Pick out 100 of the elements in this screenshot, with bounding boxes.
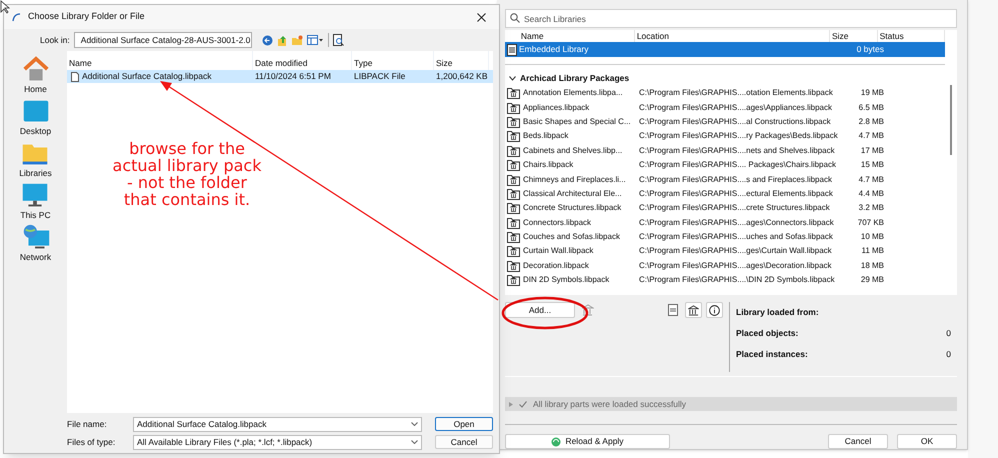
open-button[interactable]: Open: [435, 417, 493, 431]
library-name: Appliances.libpack: [523, 102, 590, 114]
group-header[interactable]: Archicad Library Packages: [505, 71, 945, 86]
library-size: 18 MB: [860, 260, 884, 272]
place-item[interactable]: Network: [20, 223, 52, 264]
library-row[interactable]: Appliances.libpack C:\Program Files\GRAPHIS....ages\Appliances.libpack 6.5 MB: [505, 100, 945, 115]
up-folder-icon[interactable]: [276, 34, 288, 46]
status-text: All library parts were loaded successfully: [533, 398, 686, 410]
checkmark-icon: [519, 400, 527, 408]
library-size: 707 KB: [856, 216, 884, 229]
info-label: Placed instances:: [736, 348, 808, 361]
library-row[interactable]: Decoration.libpack C:\Program Files\GRAPHIS....ages\Decoration.libpack 18 MB: [505, 258, 945, 274]
library-size: 3.2 MB: [858, 202, 884, 214]
info-label: Library loaded from:: [736, 306, 819, 320]
file-icon: [71, 72, 79, 82]
library-size: 4.4 MB: [858, 188, 884, 200]
library-name: Couches and Sofas.libpack: [523, 231, 621, 244]
file-row[interactable]: Additional Surface Catalog.libpack 11/10/2024 6:51 PM LIBPACK File 1,200,642 KB: [67, 70, 493, 83]
look-in-label: Look in:: [40, 34, 70, 46]
library-path: C:\Program Files\GRAPHIS....\DIN 2D Symbols.libpack: [639, 274, 836, 286]
file-name: Additional Surface Catalog.libpack: [82, 70, 212, 83]
close-icon: [477, 12, 486, 22]
annotation-text: browse for the actual library pack - not the folder that contains it.: [112, 140, 262, 208]
library-row[interactable]: Connectors.libpack C:\Program Files\GRAPHIS....ages\Connectors.libpack 707 KB: [505, 216, 945, 230]
new-folder-icon[interactable]: [292, 34, 303, 46]
file-size: 1,200,642 KB: [435, 70, 489, 83]
library-name: Chimneys and Fireplaces.li...: [523, 174, 627, 186]
library-row[interactable]: Curtain Wall.libpack C:\Program Files\GRAPHIS....ges\Curtain Wall.libpack 11 MB: [505, 244, 945, 259]
chevron-down-icon: [411, 440, 418, 444]
place-item[interactable]: This PC: [20, 181, 51, 222]
refresh-icon: [551, 436, 562, 446]
place-item[interactable]: Desktop: [20, 97, 52, 138]
file-type-dropdown[interactable]: All Available Library Files (*.pla; *.lcf; *.libpack): [133, 434, 422, 450]
view-menu-icon[interactable]: [306, 35, 324, 45]
library-button[interactable]: [685, 302, 702, 318]
library-size: 29 MB: [860, 274, 884, 286]
app-icon: [12, 12, 22, 22]
preview-icon[interactable]: [332, 34, 344, 46]
add-button[interactable]: Add...: [505, 302, 575, 318]
library-size: 0 bytes: [856, 43, 884, 56]
library-path: C:\Program Files\GRAPHIS....otation Elements.libpack: [639, 87, 834, 100]
library-row[interactable]: Classical Architectural Ele... C:\Program Files\GRAPHIS....ectural Elements.libpack 4.4 MB: [505, 186, 945, 202]
info-icon: [709, 304, 720, 316]
cancel-button[interactable]: Cancel: [435, 435, 493, 449]
library-path: C:\Program Files\GRAPHIS....al Constructions.libpack: [639, 116, 832, 128]
library-size: 10 MB: [860, 231, 884, 244]
library-path: C:\Program Files\GRAPHIS....ages\Connectors.libpack: [639, 216, 835, 229]
place-item[interactable]: Home: [20, 55, 50, 96]
info-button[interactable]: [706, 302, 723, 318]
ok-button[interactable]: OK: [897, 434, 957, 449]
library-row[interactable]: Couches and Sofas.libpack C:\Program Files\GRAPHIS....uches and Sofas.libpack 10 MB: [505, 230, 945, 244]
reload-apply-button[interactable]: Reload & Apply: [505, 434, 670, 449]
library-path: C:\Program Files\GRAPHIS....ages\Appliances.libpack: [639, 102, 833, 114]
search-field[interactable]: Search Libraries: [505, 9, 957, 28]
look-in-dropdown[interactable]: Additional Surface Catalog-28-AUS-3001-2.0: [74, 32, 252, 48]
library-name: Concrete Structures.libpack: [523, 202, 622, 214]
library-row[interactable]: Basic Shapes and Special C... C:\Program Files\GRAPHIS....al Constructions.libpack 2.8 MB: [505, 114, 945, 130]
chevron-down-icon: [411, 422, 418, 426]
library-row[interactable]: Cabinets and Shelves.libp... C:\Program Files\GRAPHIS....nets and Shelves.libpack 17 MB: [505, 144, 945, 158]
library-path: C:\Program Files\GRAPHIS.... Packages\Chairs.libpack: [639, 159, 837, 172]
library-row[interactable]: Chairs.libpack C:\Program Files\GRAPHIS.... Packages\Chairs.libpack 15 MB: [505, 158, 945, 172]
library-size: 4.7 MB: [858, 174, 884, 186]
library-name: Curtain Wall.libpack: [523, 245, 594, 258]
library-name: Embedded Library: [519, 43, 590, 56]
field-label: Files of type:: [67, 436, 116, 448]
place-item[interactable]: Libraries: [19, 139, 52, 180]
library-name: Connectors.libpack: [523, 216, 592, 229]
search-icon: [510, 13, 520, 23]
library-path: C:\Program Files\GRAPHIS....ry Packages\Beds.libpack: [639, 130, 839, 142]
library-name: Decoration.libpack: [523, 260, 590, 272]
library-size: 2.8 MB: [858, 116, 884, 128]
library-size: 19 MB: [860, 87, 884, 100]
cancel-button[interactable]: Cancel: [828, 434, 888, 449]
library-row[interactable]: Concrete Structures.libpack C:\Program Files\GRAPHIS....crete Structures.libpack 3.2 MB: [505, 201, 945, 216]
library-path: C:\Program Files\GRAPHIS....s and Fireplaces.libpack: [639, 174, 833, 186]
library-name: Annotation Elements.libpa...: [523, 87, 624, 100]
library-size: 6.5 MB: [858, 102, 884, 114]
library-row[interactable]: Embedded Library 0 bytes: [505, 42, 945, 57]
library-size: 11 MB: [860, 245, 884, 258]
library-name: Basic Shapes and Special C...: [523, 116, 632, 128]
library-name: Classical Architectural Ele...: [523, 188, 623, 200]
library-path: C:\Program Files\GRAPHIS....ges\Curtain Wall.libpack: [639, 245, 833, 258]
library-name: Beds.libpack: [523, 130, 570, 142]
library-name: Chairs.libpack: [523, 159, 574, 172]
library-name: Cabinets and Shelves.libp...: [523, 144, 624, 157]
file-type: LIBPACK File: [353, 70, 406, 83]
library-path: C:\Program Files\GRAPHIS....nets and Shelves.libpack: [639, 144, 836, 157]
library-path: C:\Program Files\GRAPHIS....uches and Sofas.libpack: [639, 231, 834, 244]
library-name: DIN 2D Symbols.libpack: [523, 274, 610, 286]
scrollbar-thumb[interactable]: [950, 85, 952, 155]
file-name-field[interactable]: Additional Surface Catalog.libpack: [133, 416, 422, 432]
library-row[interactable]: DIN 2D Symbols.libpack C:\Program Files\GRAPHIS....\DIN 2D Symbols.libpack 29 MB: [505, 273, 945, 288]
library-path: C:\Program Files\GRAPHIS....ages\Decoration.libpack: [639, 260, 833, 272]
library-row[interactable]: Chimneys and Fireplaces.li... C:\Program Files\GRAPHIS....s and Fireplaces.libpack 4.7 MB: [505, 172, 945, 187]
library-row[interactable]: Annotation Elements.libpa... C:\Program Files\GRAPHIS....otation Elements.libpack 19 MB: [505, 86, 945, 100]
back-icon[interactable]: [262, 34, 273, 46]
document-icon: [668, 304, 678, 316]
field-label: File name:: [67, 418, 108, 430]
dialog-title: Choose Library Folder or File: [28, 10, 146, 24]
library-row[interactable]: Beds.libpack C:\Program Files\GRAPHIS....ry Packages\Beds.libpack 4.7 MB: [505, 129, 945, 144]
